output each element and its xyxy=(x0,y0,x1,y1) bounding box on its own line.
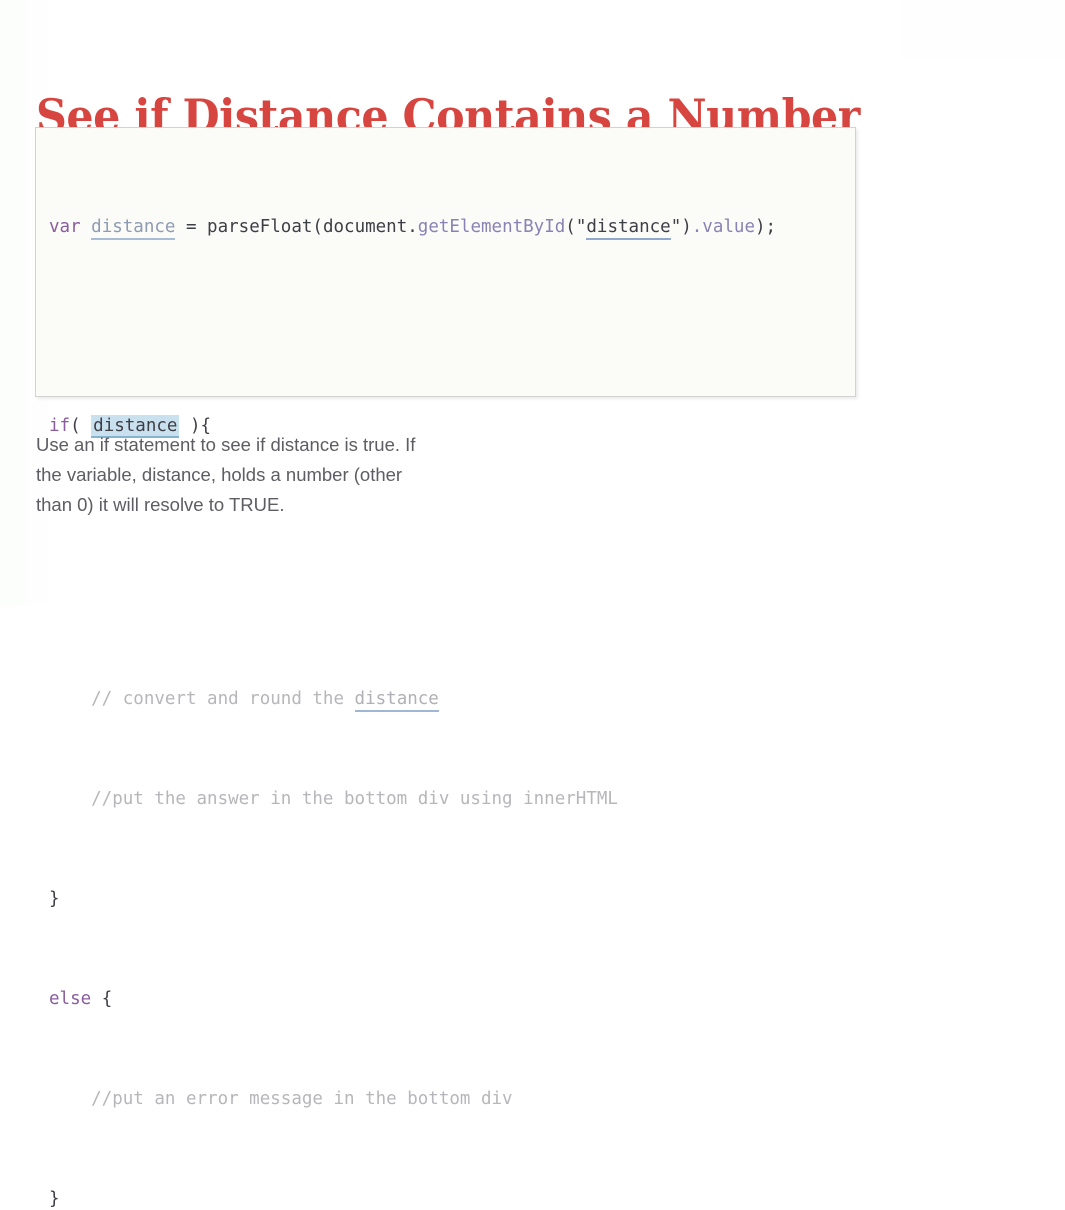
brace-close-else: } xyxy=(49,1189,60,1209)
code-line-close-else: } xyxy=(49,1187,776,1210)
string-distance-id: distance xyxy=(586,217,671,240)
comment-token-distance: distance xyxy=(354,689,439,712)
variable-distance-declared: distance xyxy=(91,217,176,240)
code-line-var-distance: var distance = parseFloat(document.getEl… xyxy=(49,215,776,240)
keyword-var: var xyxy=(49,217,81,237)
code-quote-open: " xyxy=(575,217,587,237)
method-getelementbyid: getElementById xyxy=(417,217,566,237)
code-line-comment-convert: // convert and round the distance xyxy=(49,687,776,712)
body-line-1: Use an if statement to see if distance i… xyxy=(36,434,416,455)
body-line-2: the variable, distance, holds a number (… xyxy=(36,464,403,485)
code-quote-close: ") xyxy=(670,217,692,237)
slide-canvas: See if Distance Contains a Number var di… xyxy=(0,0,1065,1209)
code-paren-open: ( xyxy=(565,217,576,237)
code-content: var distance = parseFloat(document.getEl… xyxy=(49,140,776,1210)
keyword-else: else xyxy=(49,989,92,1009)
body-paragraph: Use an if statement to see if distance i… xyxy=(36,430,556,520)
property-value: .value xyxy=(691,217,755,237)
code-line-comment-error: //put an error message in the bottom div xyxy=(49,1087,776,1112)
brace-open-else: { xyxy=(91,989,113,1009)
code-line-comment-innerhtml: //put the answer in the bottom div using… xyxy=(49,787,776,812)
code-line-close-if: } xyxy=(49,887,776,912)
code-space-1 xyxy=(81,217,92,237)
code-line-blank-1 xyxy=(49,315,776,339)
comment-put-answer: //put the answer in the bottom div using… xyxy=(49,789,618,809)
code-block: var distance = parseFloat(document.getEl… xyxy=(35,127,856,1209)
brace-close-if: } xyxy=(49,889,60,909)
code-statement-end: ); xyxy=(754,217,777,237)
slide-edge-tint xyxy=(0,0,26,605)
body-line-3: than 0) it will resolve to TRUE. xyxy=(36,494,285,515)
code-line-else: else { xyxy=(49,987,776,1012)
code-line-blank-3 xyxy=(49,588,776,612)
code-assign-parsefloat: = parseFloat(document. xyxy=(175,217,418,237)
comment-error-message: //put an error message in the bottom div xyxy=(49,1089,513,1109)
comment-convert-round: // convert and round the xyxy=(49,689,355,709)
faint-watermark xyxy=(900,0,1065,60)
